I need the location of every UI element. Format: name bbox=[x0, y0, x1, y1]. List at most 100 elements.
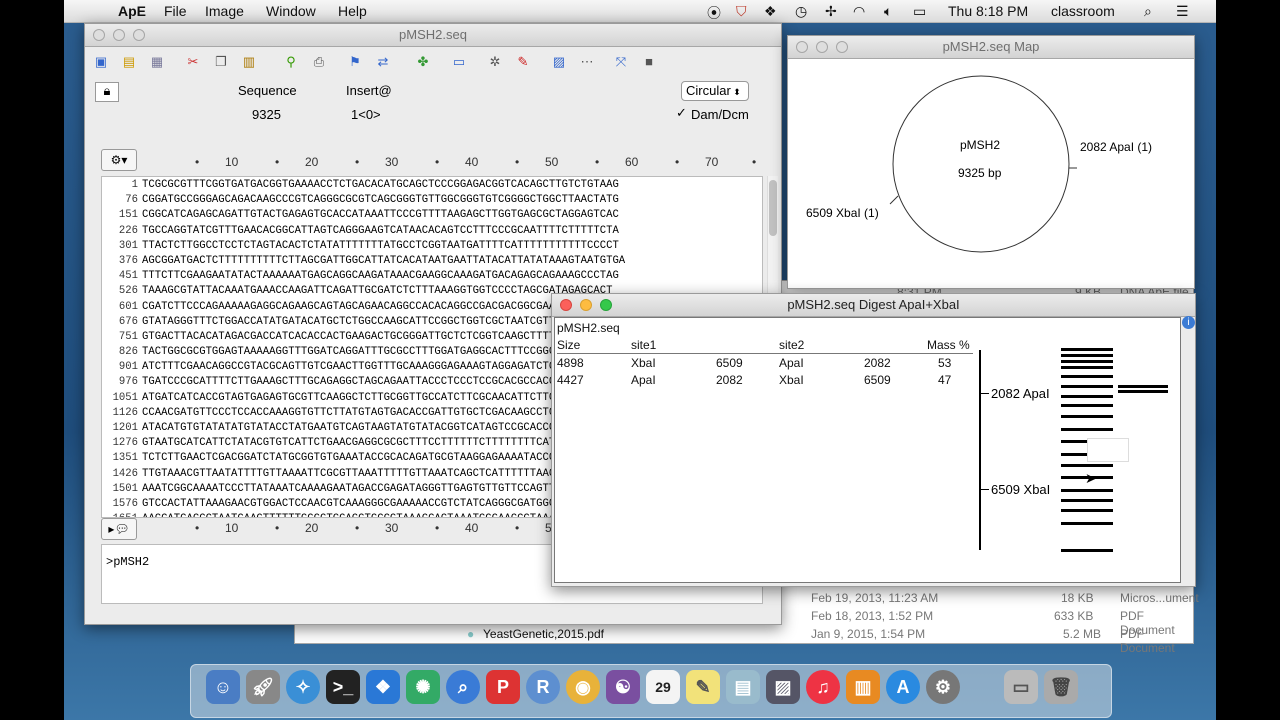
digest-window-titlebar[interactable]: pMSH2.seq Digest ApaI+XbaI bbox=[552, 294, 1195, 317]
arrows-icon[interactable]: ⤧ bbox=[613, 54, 629, 70]
sequence-window-titlebar[interactable]: pMSH2.seq bbox=[85, 24, 781, 47]
search-dock-icon[interactable]: ⌕ bbox=[446, 670, 480, 704]
translate-icon[interactable]: ⚑ bbox=[347, 54, 363, 70]
sequence-line[interactable]: 526 TAAAGCGTATTACAAATGAAACCAAGATTCAGATTGC… bbox=[102, 284, 625, 299]
fasta-header[interactable]: >pMSH2 bbox=[106, 555, 149, 569]
r-dock-icon[interactable]: R bbox=[526, 670, 560, 704]
launchpad-dock-icon[interactable]: 🚀︎ bbox=[246, 670, 280, 704]
dam-dcm-checkbox[interactable]: ✓ bbox=[676, 105, 687, 121]
sequence-text[interactable]: GTCCACTATTAAAGAACGTGGACTCCAACGTCAAAGGGCG… bbox=[142, 498, 619, 510]
sequence-text[interactable]: AAATCGGCAAAATCCCTTATAAATCAAAAGAATAGACCGA… bbox=[142, 483, 619, 495]
sequence-text[interactable]: GTGACTTACACATAGACGACCATCACACCACTGAAGACTG… bbox=[142, 331, 619, 343]
sequence-line[interactable]: 1651AACCATCACCCTAATCAAGTTTTTTGGGGTCGAGGT… bbox=[102, 512, 625, 517]
github-dock-icon[interactable]: ☯ bbox=[606, 670, 640, 704]
finder-row-name[interactable]: YeastGenetic,2015.pdf bbox=[483, 627, 604, 641]
sequence-line[interactable]: 1126 CCAACGATGTTCCCTCCACCAAAGGTGTTCTTATGT… bbox=[102, 406, 625, 421]
wifi-icon[interactable]: ◠ bbox=[853, 3, 865, 20]
sequence-line[interactable]: 676 GTATAGGGTTTCTGGACCATATGATACATGCTCTGGC… bbox=[102, 315, 625, 330]
cut-icon[interactable]: ✂ bbox=[185, 54, 201, 70]
features-icon[interactable]: ✤ bbox=[415, 54, 431, 70]
sequence-line[interactable]: 1201 ATACATGTGTATATATGTATACCTATGAATGTCAGT… bbox=[102, 421, 625, 436]
sequence-line[interactable]: 376 AGCGGATGACTCTTTTTTTTTTCTTAGCGATTGGCAT… bbox=[102, 254, 625, 269]
calendar-dock-icon[interactable]: 29 bbox=[646, 670, 680, 704]
sequence-line[interactable]: 1051 ATGATCATCACCGTAGTGAGAGTGCGTTCAAGGCTC… bbox=[102, 391, 625, 406]
system-preferences-dock-icon[interactable]: ⚙ bbox=[926, 670, 960, 704]
close-button[interactable] bbox=[93, 29, 105, 41]
menu-file[interactable]: File bbox=[164, 3, 187, 19]
photo-dock-icon[interactable]: ▨ bbox=[766, 670, 800, 704]
zoom-button[interactable] bbox=[836, 41, 848, 53]
sequence-line[interactable]: 301 TTACTCTTGGCCTCCTCTAGTACACTCTATATTTTTT… bbox=[102, 239, 625, 254]
time-machine-icon[interactable]: ◷ bbox=[795, 3, 807, 20]
copy-icon[interactable]: ❐ bbox=[213, 54, 229, 70]
print-icon[interactable]: ⎙ bbox=[311, 54, 327, 70]
row1-size[interactable]: 4898 bbox=[557, 356, 584, 370]
settings-menu-button[interactable]: ⚙▾ bbox=[101, 149, 137, 171]
zoom-button[interactable] bbox=[133, 29, 145, 41]
reverse-icon[interactable]: ⇄ bbox=[375, 54, 391, 70]
trash-dock-icon[interactable]: 🗑︎ bbox=[1044, 670, 1078, 704]
ibooks-dock-icon[interactable]: ▥ bbox=[846, 670, 880, 704]
app-menu[interactable]: ApE bbox=[118, 3, 146, 19]
pencil-icon[interactable]: ✎ bbox=[515, 54, 531, 70]
status-target-icon[interactable]: ⦿ bbox=[707, 3, 721, 23]
sequence-line[interactable]: 976 TGATCCCGCATTTTCTTGAAAGCTTTGCAGAGGCTAG… bbox=[102, 375, 625, 390]
sequence-text[interactable]: TACTGGCGCGTGGAGTAAAAAGGTTTGGATCAGGATTTGC… bbox=[142, 346, 619, 358]
grid-icon[interactable]: ⋯ bbox=[579, 54, 595, 70]
sequence-text[interactable]: AACCATCACCCTAATCAAGTTTTTTGGGGTCGAGGTGCCG… bbox=[142, 513, 619, 517]
map-window-titlebar[interactable]: pMSH2.seq Map bbox=[788, 36, 1194, 59]
itunes-dock-icon[interactable]: ♫ bbox=[806, 670, 840, 704]
row2-size[interactable]: 4427 bbox=[557, 373, 584, 387]
sequence-text[interactable]: TCGCGCGTTTCGGTGATGACGGTGAAAACCTCTGACACAT… bbox=[142, 179, 619, 191]
apal-site-label[interactable]: 2082 ApaI (1) bbox=[1080, 140, 1152, 154]
battery-icon[interactable]: ▭ bbox=[913, 3, 926, 20]
sequence-text[interactable]: TTACTCTTGGCCTCCTCTAGTACACTCTATATTTTTTTAT… bbox=[142, 240, 619, 252]
sequence-line[interactable]: 1276 GTAATGCATCATTCTATACGTGTCATTCTGAACGAG… bbox=[102, 436, 625, 451]
paste-icon[interactable]: ▥ bbox=[241, 54, 257, 70]
open-icon[interactable]: ▤ bbox=[121, 54, 137, 70]
stop-icon[interactable]: ■ bbox=[641, 54, 657, 70]
sequence-line[interactable]: 751 GTGACTTACACATAGACGACCATCACACCACTGAAGA… bbox=[102, 330, 625, 345]
comment-button[interactable]: ▸💬︎ bbox=[101, 518, 137, 540]
sequence-line[interactable]: 601 CGATCTTCCCAGAAAAAGAGGCAGAAGCAGTAGCAGA… bbox=[102, 300, 625, 315]
volume-icon[interactable]: 🔈︎ bbox=[884, 3, 892, 20]
finder-dock-icon[interactable]: ☺ bbox=[206, 670, 240, 704]
sequence-text[interactable]: TGATCCCGCATTTTCTTGAAAGCTTTGCAGAGGCTAGCAG… bbox=[142, 376, 619, 388]
sequence-text[interactable]: TCTCTTGAACTCGACGGATCTATGCGGTGTGAAATACCGC… bbox=[142, 452, 619, 464]
clock[interactable]: Thu 8:18 PM bbox=[948, 3, 1028, 19]
sequence-line[interactable]: 76 CGGATGCCGGGAGCAGACAAGCCCGTCAGGGCGCGTCA… bbox=[102, 193, 625, 208]
bluetooth-icon[interactable]: ✢ bbox=[825, 3, 837, 20]
lock-icon[interactable]: 🔒︎ bbox=[95, 82, 119, 102]
sequence-line[interactable]: 901 ATCTTTCGAACAGGCCGTACGCAGTTGTCGAACTTGG… bbox=[102, 360, 625, 375]
sequence-lines[interactable]: 1 TCGCGCGTTTCGGTGATGACGGTGAAAACCTCTGACACA… bbox=[102, 178, 626, 517]
notes-dock-icon[interactable]: ✎ bbox=[686, 670, 720, 704]
enzyme-icon[interactable]: ✲ bbox=[487, 54, 503, 70]
save-icon[interactable]: ▦ bbox=[149, 54, 165, 70]
sequence-line[interactable]: 1426 TTGTAAACGTTAATATTTTGTTAAAATTCGCGTTAA… bbox=[102, 467, 625, 482]
sequence-line[interactable]: 1351 TCTCTTGAACTCGACGGATCTATGCGGTGTGAAATA… bbox=[102, 451, 625, 466]
sequence-line[interactable]: 1 TCGCGCGTTTCGGTGATGACGGTGAAAACCTCTGACACA… bbox=[102, 178, 625, 193]
sequence-text[interactable]: TAAAGCGTATTACAAATGAAACCAAGATTCAGATTGCGAT… bbox=[142, 285, 612, 297]
sequence-text[interactable]: GTAATGCATCATTCTATACGTGTCATTCTGAACGAGGCGC… bbox=[142, 437, 619, 449]
menu-image[interactable]: Image bbox=[205, 3, 244, 19]
new-icon[interactable]: ▣ bbox=[93, 54, 109, 70]
find-icon[interactable]: ⚲ bbox=[283, 54, 299, 70]
sequence-text[interactable]: CCAACGATGTTCCCTCCACCAAAGGTGTTCTTATGTAGTG… bbox=[142, 407, 619, 419]
xbal-site-label[interactable]: 6509 XbaI (1) bbox=[806, 206, 879, 220]
sequence-text[interactable]: GTATAGGGTTTCTGGACCATATGATACATGCTCTGGCCAA… bbox=[142, 316, 612, 328]
notification-center-icon[interactable]: ☰ bbox=[1176, 3, 1189, 20]
sequence-text[interactable]: ATGATCATCACCGTAGTGAGAGTGCGTTCAAGGCTCTTGC… bbox=[142, 392, 619, 404]
sequence-text[interactable]: CGATCTTCCCAGAAAAAGAGGCAGAAGCAGTAGCAGAACA… bbox=[142, 301, 619, 313]
topology-select[interactable]: Circular ⬍ bbox=[681, 81, 749, 101]
sequence-line[interactable]: 151 CGGCATCAGAGCAGATTGTACTGAGAGTGCACCATAA… bbox=[102, 208, 625, 223]
dropbox-status-icon[interactable]: ❖ bbox=[764, 3, 777, 20]
p-dock-icon[interactable]: P bbox=[486, 670, 520, 704]
spotlight-icon[interactable]: ⌕ bbox=[1144, 3, 1152, 20]
safari-dock-icon[interactable]: ✧ bbox=[286, 670, 320, 704]
dropbox-dock-icon[interactable]: ❖ bbox=[366, 670, 400, 704]
digest-pane[interactable]: pMSH2.seq Size site1 site2 Mass % 4898 X… bbox=[554, 317, 1181, 583]
user-menu[interactable]: classroom bbox=[1051, 3, 1115, 19]
sequence-text[interactable]: TGCCAGGTATCGTTTGAACACGGCATTAGTCAGGGAAGTC… bbox=[142, 225, 619, 237]
preview-dock-icon[interactable]: ▤ bbox=[726, 670, 760, 704]
app-store-dock-icon[interactable]: A bbox=[886, 670, 920, 704]
